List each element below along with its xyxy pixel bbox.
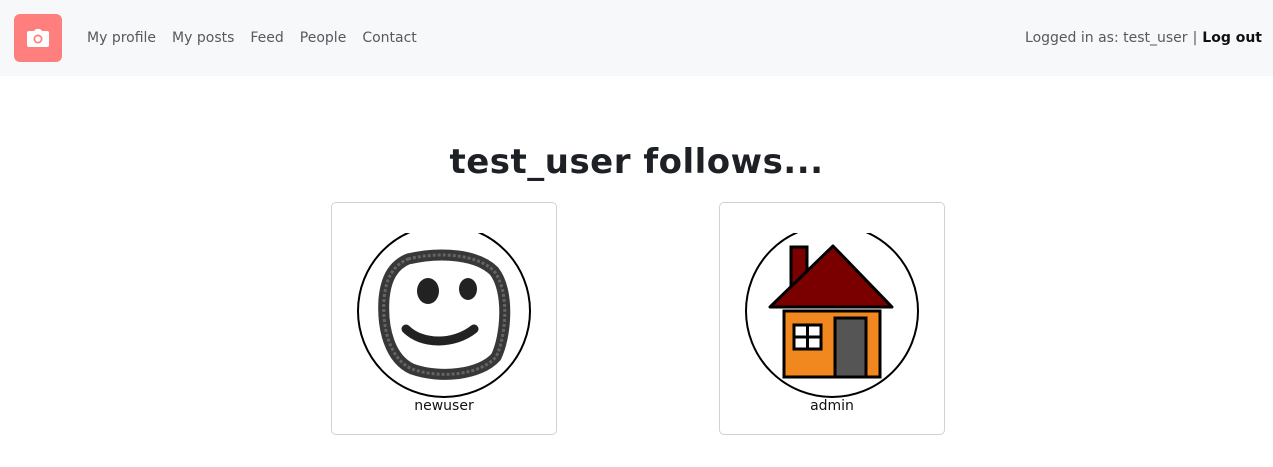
nav-link-feed[interactable]: Feed	[250, 30, 283, 46]
smiley-face-icon	[357, 233, 531, 398]
user-status: Logged in as: test_user | Log out	[1025, 0, 1262, 76]
nav-separator: |	[1192, 30, 1198, 46]
page-title: test_user follows...	[449, 142, 824, 182]
follow-username[interactable]: newuser	[332, 398, 556, 414]
brand-logo[interactable]	[14, 14, 62, 62]
nav-link-my-profile[interactable]: My profile	[87, 30, 156, 46]
follow-card-newuser[interactable]: newuser	[331, 202, 557, 435]
nav-link-people[interactable]: People	[300, 30, 347, 46]
nav-link-contact[interactable]: Contact	[362, 30, 416, 46]
logout-link[interactable]: Log out	[1202, 30, 1262, 46]
camera-icon	[27, 29, 49, 47]
follow-username[interactable]: admin	[720, 398, 944, 414]
follow-card-admin[interactable]: admin	[719, 202, 945, 435]
nav-link-my-posts[interactable]: My posts	[172, 30, 234, 46]
navbar: My profile My posts Feed People Contact …	[0, 0, 1273, 76]
nav-links: My profile My posts Feed People Contact	[87, 0, 433, 76]
logged-in-text: Logged in as: test_user	[1025, 30, 1188, 46]
house-icon	[745, 233, 919, 398]
